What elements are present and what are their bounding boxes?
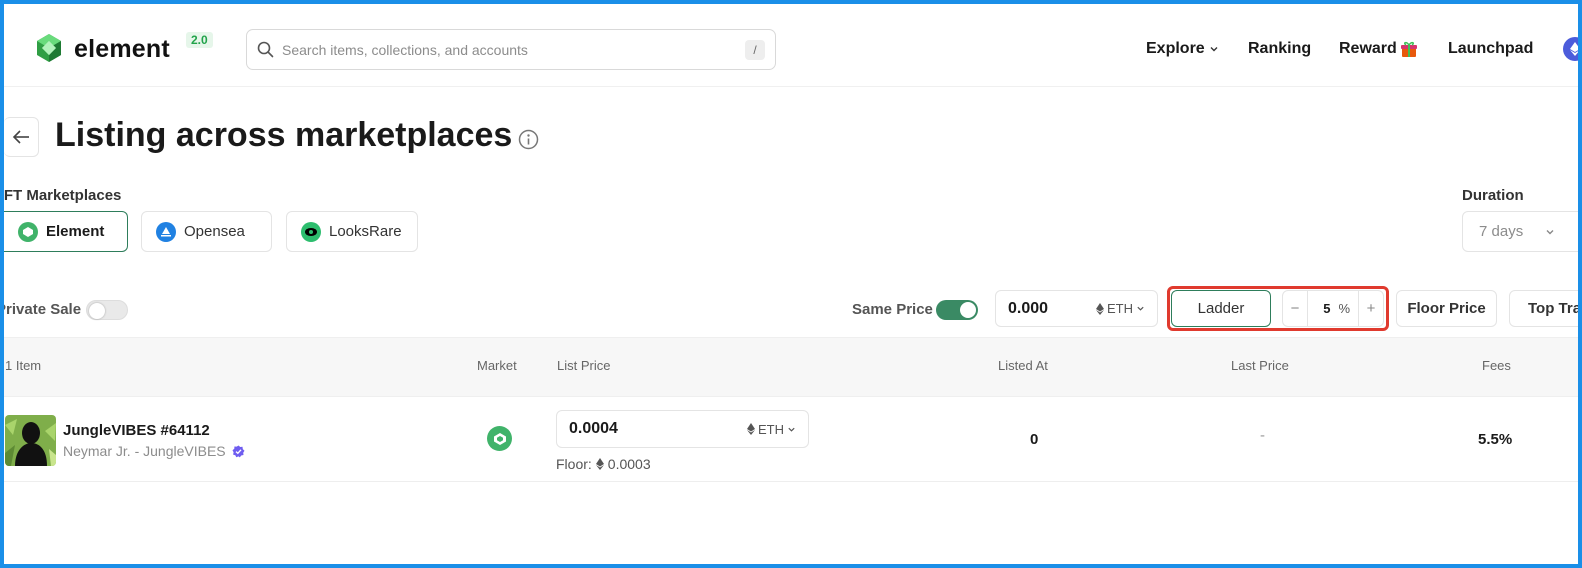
duration-label: Duration <box>1462 187 1524 204</box>
column-header-market: Market <box>477 358 517 373</box>
same-price-toggle[interactable] <box>936 300 978 320</box>
ladder-label: Ladder <box>1197 300 1245 317</box>
marketplace-element-button[interactable]: Element <box>4 211 128 252</box>
search-bar[interactable]: / <box>246 29 776 70</box>
list-currency-label: ETH <box>758 421 784 437</box>
column-header-list-price: List Price <box>557 358 611 373</box>
duration-select[interactable]: 7 days <box>1462 211 1582 252</box>
column-header-last-price: Last Price <box>1231 358 1289 373</box>
header-divider <box>0 86 1582 87</box>
search-input[interactable] <box>282 41 745 58</box>
back-button[interactable] <box>4 117 39 157</box>
search-shortcut-key: / <box>745 39 765 60</box>
nav-explore[interactable]: Explore <box>1146 40 1219 58</box>
floor-price-label: Floor Price <box>1407 300 1486 317</box>
column-header-item: 1 Item <box>5 358 42 373</box>
nav-ranking[interactable]: Ranking <box>1248 40 1311 58</box>
eth-icon <box>1096 302 1104 315</box>
nav-reward-label: Reward <box>1339 40 1397 57</box>
floor-value: 0.0003 <box>607 456 651 472</box>
nft-thumbnail[interactable] <box>5 415 56 466</box>
gift-icon <box>1400 41 1417 57</box>
column-header-listed-at: Listed At <box>998 358 1048 373</box>
nav-explore-label: Explore <box>1146 40 1205 57</box>
marketplaces-label: NFT Marketplaces <box>0 187 122 204</box>
row-divider <box>4 481 1578 482</box>
list-currency-select[interactable]: ETH <box>747 422 796 437</box>
element-market-icon <box>487 426 512 451</box>
marketplace-looksrare-button[interactable]: LooksRare <box>286 211 418 252</box>
element-market-icon <box>18 221 38 242</box>
column-header-fees: Fees <box>1482 358 1511 373</box>
chevron-down-icon <box>1546 229 1554 234</box>
nav-reward[interactable]: Reward <box>1339 40 1418 58</box>
arrow-left-icon <box>12 130 29 144</box>
marketplace-looksrare-label: LooksRare <box>329 223 402 240</box>
element-logo[interactable]: element <box>32 32 170 66</box>
toggle-knob <box>89 303 105 319</box>
floor-label: Floor: <box>556 456 592 472</box>
nav-ranking-label: Ranking <box>1248 40 1312 57</box>
same-price-label: Same Price <box>852 301 933 318</box>
toggle-knob <box>960 302 976 318</box>
nft-name[interactable]: JungleVIBES #64112 <box>63 422 210 439</box>
stepper-value-field[interactable]: 5 % <box>1307 291 1359 326</box>
marketplace-opensea-button[interactable]: Opensea <box>141 211 272 252</box>
table-header <box>4 337 1578 397</box>
last-price-value: - <box>1260 427 1265 444</box>
chevron-down-icon <box>788 427 795 432</box>
private-sale-label: Private Sale <box>0 301 82 318</box>
ethereum-network-icon[interactable] <box>1563 37 1582 61</box>
currency-label: ETH <box>1107 301 1133 316</box>
list-price-input[interactable]: 0.0004 ETH <box>556 410 809 448</box>
marketplace-element-label: Element <box>46 223 105 240</box>
nft-image <box>5 415 56 466</box>
search-icon <box>257 41 274 58</box>
eth-icon <box>1570 42 1580 56</box>
price-value: 0.000 <box>1008 299 1049 317</box>
eth-icon <box>747 423 755 435</box>
price-input[interactable]: 0.000 ETH <box>995 290 1158 327</box>
stepper-value: 5 <box>1323 301 1331 316</box>
page-title: Listing across marketplaces <box>55 116 513 154</box>
ladder-percent-stepper[interactable]: − 5 % + <box>1282 290 1384 327</box>
looksrare-icon <box>301 221 321 242</box>
nav-launchpad[interactable]: Launchpad <box>1448 40 1533 58</box>
nft-collection[interactable]: Neymar Jr. - JungleVIBES <box>63 443 245 459</box>
listed-at-value: 0 <box>1030 431 1039 448</box>
logo-wordmark: element <box>74 34 170 63</box>
top-trait-label: Top Trait <box>1528 300 1582 317</box>
verified-badge-icon <box>232 445 245 457</box>
private-sale-toggle[interactable] <box>86 300 128 320</box>
nav-launchpad-label: Launchpad <box>1448 40 1534 57</box>
increment-button[interactable]: + <box>1359 291 1383 326</box>
chevron-down-icon <box>1137 306 1144 311</box>
fees-value: 5.5% <box>1478 431 1513 448</box>
version-badge: 2.0 <box>186 32 213 48</box>
floor-price-button[interactable]: Floor Price <box>1396 290 1497 327</box>
element-logo-icon <box>37 34 61 62</box>
eth-icon <box>595 458 604 470</box>
duration-value: 7 days <box>1479 223 1524 240</box>
decrement-button[interactable]: − <box>1283 291 1307 326</box>
stepper-unit: % <box>1338 301 1350 316</box>
collection-name: Neymar Jr. - JungleVIBES <box>63 443 226 459</box>
currency-select[interactable]: ETH <box>1096 301 1145 316</box>
info-icon[interactable] <box>518 129 539 150</box>
top-trait-button[interactable]: Top Trait <box>1509 290 1582 327</box>
ladder-button[interactable]: Ladder <box>1171 290 1271 327</box>
floor-price-info: Floor: 0.0003 <box>556 456 651 472</box>
marketplace-opensea-label: Opensea <box>184 223 245 240</box>
opensea-icon <box>156 221 176 242</box>
list-price-value: 0.0004 <box>569 420 618 437</box>
chevron-down-icon <box>1210 47 1218 52</box>
